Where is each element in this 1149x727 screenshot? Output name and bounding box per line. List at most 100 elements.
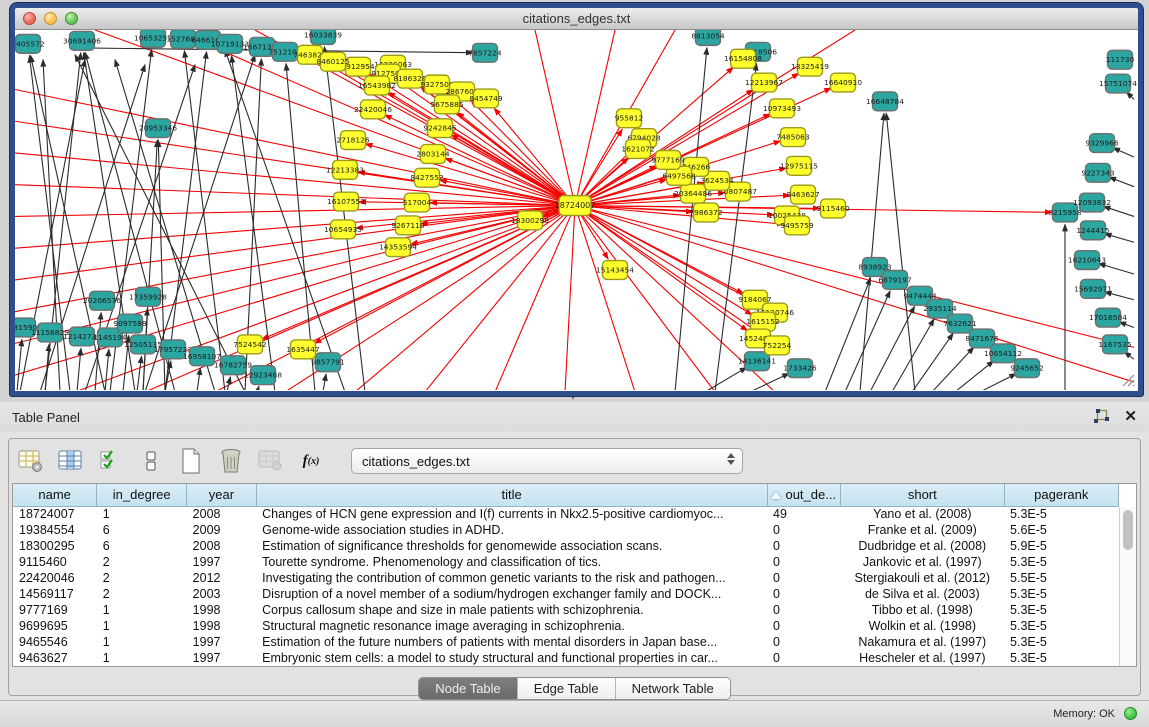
- table-cell[interactable]: 49: [767, 506, 841, 522]
- column-header-pagerank[interactable]: pagerank: [1004, 484, 1118, 506]
- graph-edge[interactable]: [565, 206, 575, 390]
- table-row[interactable]: 1938455462009Genome-wide association stu…: [13, 522, 1119, 538]
- table-cell[interactable]: 0: [767, 634, 841, 650]
- table-cell[interactable]: 5.3E-5: [1004, 602, 1118, 618]
- table-cell[interactable]: 1: [97, 618, 187, 634]
- graph-node[interactable]: 9857791: [311, 353, 345, 372]
- graph-node[interactable]: 7485063: [776, 128, 810, 147]
- graph-node[interactable]: 8454749: [469, 89, 503, 108]
- table-cell[interactable]: 9777169: [13, 602, 97, 618]
- graph-node[interactable]: 9267110: [391, 216, 425, 235]
- graph-node[interactable]: 12975115: [780, 156, 818, 175]
- graph-edge[interactable]: [1099, 263, 1134, 273]
- table-cell[interactable]: 5.5E-5: [1004, 570, 1118, 586]
- graph-edge[interactable]: [227, 377, 230, 390]
- graph-node[interactable]: 752254: [763, 336, 792, 355]
- graph-node[interactable]: 1733426: [783, 359, 817, 378]
- table-cell[interactable]: 6: [97, 538, 187, 554]
- select-all-columns-button[interactable]: [97, 447, 125, 475]
- delete-columns-button[interactable]: [217, 447, 245, 475]
- graph-node[interactable]: 9777169: [651, 150, 685, 169]
- graph-node[interactable]: 18724007: [555, 196, 596, 216]
- graph-node[interactable]: 20206576: [83, 291, 121, 310]
- graph-edge[interactable]: [825, 278, 871, 390]
- graph-edge[interactable]: [860, 113, 884, 390]
- table-cell[interactable]: 0: [767, 554, 841, 570]
- table-cell[interactable]: 9463627: [13, 650, 97, 666]
- table-row[interactable]: 1830029562008Estimation of significance …: [13, 538, 1119, 554]
- close-panel-icon[interactable]: ✕: [1124, 409, 1137, 425]
- graph-edge[interactable]: [1113, 148, 1134, 157]
- resize-grip-icon[interactable]: [1119, 371, 1135, 387]
- graph-node[interactable]: 16033839: [304, 30, 342, 44]
- table-cell[interactable]: 5.3E-5: [1004, 554, 1118, 570]
- graph-node[interactable]: 8813054: [691, 30, 725, 45]
- graph-edge[interactable]: [575, 206, 1134, 348]
- graph-edge[interactable]: [1105, 234, 1134, 243]
- table-cell[interactable]: 2: [97, 554, 187, 570]
- table-cell[interactable]: 1997: [187, 554, 256, 570]
- table-cell[interactable]: 1998: [187, 618, 256, 634]
- graph-edge[interactable]: [892, 319, 934, 390]
- scrollbar-thumb[interactable]: [1123, 510, 1133, 550]
- graph-edge[interactable]: [870, 306, 915, 390]
- table-cell[interactable]: 22420046: [13, 570, 97, 586]
- graph-node[interactable]: 1615152: [746, 312, 779, 331]
- graph-edge[interactable]: [323, 374, 326, 390]
- table-cell[interactable]: 9465546: [13, 634, 97, 650]
- graph-node[interactable]: 16107553: [327, 192, 365, 211]
- column-header-year[interactable]: year: [187, 484, 256, 506]
- graph-node[interactable]: 17016504: [1089, 308, 1127, 327]
- table-cell[interactable]: 1: [97, 634, 187, 650]
- graph-edge[interactable]: [575, 206, 752, 315]
- show-columns-button[interactable]: [57, 447, 85, 475]
- graph-edge[interactable]: [365, 144, 575, 206]
- graph-node[interactable]: 2803144: [416, 145, 450, 164]
- graph-node[interactable]: 15692971: [1074, 279, 1112, 298]
- graph-edge[interactable]: [105, 349, 109, 390]
- graph-node[interactable]: 1621072: [621, 140, 654, 159]
- table-row[interactable]: 946554611997Estimation of the future num…: [13, 634, 1119, 650]
- table-cell[interactable]: Corpus callosum shape and size in male p…: [256, 602, 767, 618]
- table-row[interactable]: 1456911722003Disruption of a novel membe…: [13, 586, 1119, 602]
- table-cell[interactable]: Dudbridge et al. (2008): [841, 538, 1004, 554]
- row-height-button[interactable]: [137, 447, 165, 475]
- table-cell[interactable]: 9699695: [13, 618, 97, 634]
- graph-node[interactable]: 7986372: [689, 203, 722, 222]
- graph-edge[interactable]: [385, 115, 575, 206]
- splitter-handle[interactable]: ▾: [566, 397, 580, 401]
- graph-edge[interactable]: [575, 30, 615, 206]
- table-cell[interactable]: 5.3E-5: [1004, 634, 1118, 650]
- graph-node[interactable]: 5675885: [430, 95, 464, 114]
- table-cell[interactable]: 6: [97, 522, 187, 538]
- graph-node[interactable]: 17359928: [129, 287, 167, 306]
- tab-network-table[interactable]: Network Table: [616, 678, 730, 699]
- graph-node[interactable]: 9097588: [113, 314, 147, 333]
- graph-edge[interactable]: [1109, 177, 1134, 187]
- table-row[interactable]: 2242004622012Investigating the contribut…: [13, 570, 1119, 586]
- table-cell[interactable]: de Silva et al. (2003): [841, 586, 1004, 602]
- graph-edge[interactable]: [15, 206, 575, 344]
- graph-node[interactable]: 30691406: [63, 31, 101, 50]
- table-cell[interactable]: Investigating the contribution of common…: [256, 570, 767, 586]
- table-selector-dropdown[interactable]: citations_edges.txt: [351, 448, 743, 474]
- column-header-title[interactable]: title: [256, 484, 767, 506]
- table-cell[interactable]: 2008: [187, 506, 256, 522]
- table-row[interactable]: 969969511998Structural magnetic resonanc…: [13, 618, 1119, 634]
- table-row[interactable]: 977716911998Corpus callosum shape and si…: [13, 602, 1119, 618]
- table-cell[interactable]: 0: [767, 618, 841, 634]
- graph-edge[interactable]: [1103, 206, 1134, 216]
- table-cell[interactable]: 9115460: [13, 554, 97, 570]
- column-header-in-degree[interactable]: in_degree: [97, 484, 187, 506]
- table-cell[interactable]: Yano et al. (2008): [841, 506, 1004, 522]
- graph-node[interactable]: 15751074: [1099, 74, 1137, 93]
- graph-node[interactable]: 14353594: [379, 238, 417, 257]
- graph-node[interactable]: 2718126: [336, 131, 370, 150]
- table-cell[interactable]: 5.3E-5: [1004, 650, 1118, 666]
- graph-node[interactable]: 12213967: [745, 73, 783, 92]
- graph-edge[interactable]: [257, 386, 259, 390]
- graph-edge[interactable]: [886, 113, 915, 390]
- graph-node[interactable]: 955812: [615, 109, 644, 128]
- graph-edge[interactable]: [955, 361, 994, 390]
- create-new-column-button[interactable]: [177, 447, 205, 475]
